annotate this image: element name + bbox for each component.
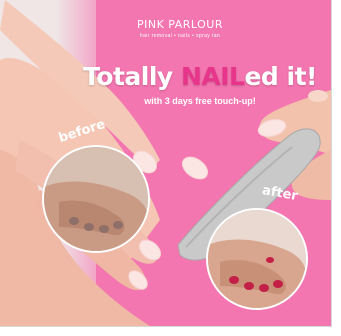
after-photo [206, 208, 308, 310]
headline: Totally NAILed it! [60, 62, 331, 91]
headline-prefix: Totally [83, 62, 181, 91]
headline-highlight: NAIL [180, 62, 245, 91]
brand-name: PINK PARLOUR [136, 18, 223, 31]
headline-suffix: ed it! [244, 62, 317, 91]
ad-banner: PINK PARLOUR hair removal • nails • spra… [0, 0, 332, 327]
before-photo [42, 145, 150, 253]
brand-tagline: hair removal • nails • spray tan [139, 33, 221, 39]
offer-subline: with 3 days free touch-up! [144, 96, 256, 106]
